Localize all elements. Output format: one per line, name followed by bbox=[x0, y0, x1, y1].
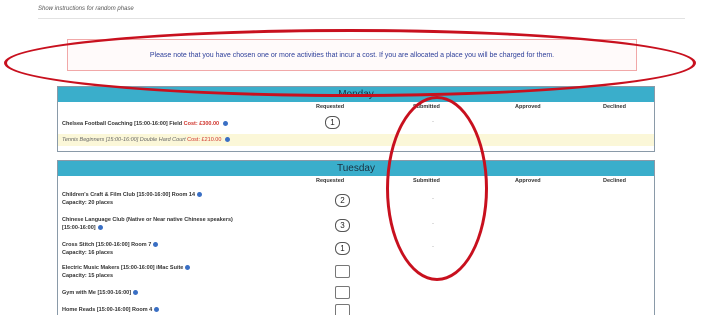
activity-cost: Cost: £300.00 bbox=[183, 121, 220, 127]
preference-input[interactable]: 3 bbox=[335, 219, 350, 232]
col-requested: Requested bbox=[316, 178, 345, 184]
activity-name[interactable]: Cross Stitch [15:00-16:00] Room 7 Capaci… bbox=[62, 241, 159, 257]
tuesday-row: Cross Stitch [15:00-16:00] Room 7 Capaci… bbox=[58, 238, 654, 262]
activity-name[interactable]: Electric Music Makers [15:00-16:00] iMac… bbox=[62, 264, 191, 280]
annotation-oval bbox=[4, 29, 696, 97]
tuesday-row: Chinese Language Club (Native or Near na… bbox=[58, 214, 654, 238]
show-instructions-link[interactable]: Show instructions for random phase bbox=[38, 6, 134, 12]
info-icon[interactable] bbox=[133, 290, 139, 296]
activity-name[interactable]: Gym with Me [15:00-16:00] bbox=[62, 289, 139, 297]
preference-input[interactable] bbox=[335, 286, 350, 299]
tuesday-row: Children's Craft & Film Club [15:00-16:0… bbox=[58, 188, 654, 214]
col-declined: Declined bbox=[603, 104, 626, 110]
tuesday-panel: Tuesday Requested Submitted Approved Dec… bbox=[57, 160, 655, 315]
annotation-oval bbox=[386, 96, 488, 281]
preference-input[interactable]: 1 bbox=[325, 116, 340, 129]
preference-input[interactable] bbox=[335, 265, 350, 278]
tuesday-row: Electric Music Makers [15:00-16:00] iMac… bbox=[58, 262, 654, 284]
col-approved: Approved bbox=[515, 104, 541, 110]
activity-name[interactable]: Chelsea Football Coaching [15:00-16:00] … bbox=[62, 120, 228, 128]
activity-capacity: Capacity: 20 places bbox=[62, 200, 114, 206]
info-icon[interactable] bbox=[154, 307, 160, 313]
monday-row: Tennis Beginners [15:00-16:00] Double Ha… bbox=[58, 134, 654, 146]
info-icon[interactable] bbox=[185, 265, 191, 271]
monday-row: Chelsea Football Coaching [15:00-16:00] … bbox=[58, 114, 654, 134]
divider bbox=[38, 18, 685, 19]
tuesday-column-headers: Requested Submitted Approved Declined bbox=[58, 176, 654, 188]
activity-cost: Cost: £210.00 bbox=[187, 137, 222, 143]
monday-column-headers: Requested Submitted Approved Declined bbox=[58, 102, 654, 114]
preference-input[interactable]: 2 bbox=[335, 194, 350, 207]
preference-input[interactable]: 1 bbox=[335, 242, 350, 255]
info-icon[interactable] bbox=[153, 242, 159, 248]
preference-input[interactable] bbox=[335, 304, 350, 315]
info-icon[interactable] bbox=[97, 225, 103, 231]
col-approved: Approved bbox=[515, 178, 541, 184]
activity-name[interactable]: Home Reads [15:00-16:00] Room 4 bbox=[62, 306, 160, 314]
info-icon[interactable] bbox=[222, 121, 228, 127]
info-icon[interactable] bbox=[224, 137, 230, 143]
tuesday-row: Gym with Me [15:00-16:00] bbox=[58, 284, 654, 302]
activity-name[interactable]: Tennis Beginners [15:00-16:00] Double Ha… bbox=[62, 136, 230, 144]
info-icon[interactable] bbox=[197, 192, 203, 198]
tuesday-header: Tuesday bbox=[58, 161, 654, 176]
col-declined: Declined bbox=[603, 178, 626, 184]
col-requested: Requested bbox=[316, 104, 345, 110]
activity-capacity: Capacity: 16 places bbox=[62, 250, 114, 256]
tuesday-row: Home Reads [15:00-16:00] Room 4 bbox=[58, 302, 654, 315]
activity-name[interactable]: Chinese Language Club (Native or Near na… bbox=[62, 216, 233, 232]
activity-capacity: Capacity: 15 places bbox=[62, 273, 114, 279]
activity-name[interactable]: Children's Craft & Film Club [15:00-16:0… bbox=[62, 191, 203, 207]
